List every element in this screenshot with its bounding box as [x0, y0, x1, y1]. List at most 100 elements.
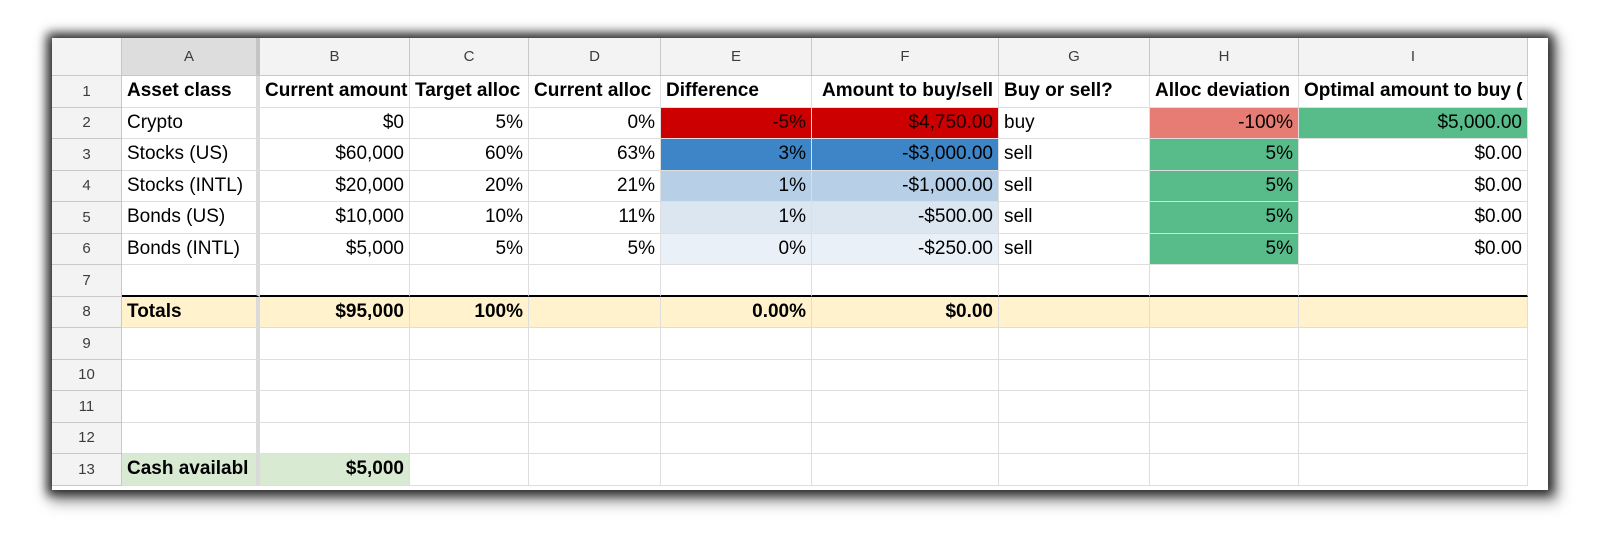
cell-b7[interactable] [260, 265, 410, 297]
cell-e8[interactable]: 0.00% [661, 296, 812, 328]
cell-h11[interactable] [1150, 391, 1299, 423]
cell-e13[interactable] [661, 454, 812, 486]
cell-f10[interactable] [812, 359, 999, 391]
cell-h8[interactable] [1150, 296, 1299, 328]
cell-e4[interactable]: 1% [661, 170, 812, 202]
cell-i5[interactable]: $0.00 [1299, 202, 1528, 234]
cell-f12[interactable] [812, 422, 999, 454]
cell-a13[interactable]: Cash availabl [122, 454, 260, 486]
cell-f4[interactable]: -$1,000.00 [812, 170, 999, 202]
column-header-h[interactable]: H [1150, 38, 1299, 76]
cell-c9[interactable] [410, 328, 529, 360]
row-header-9[interactable]: 9 [52, 328, 122, 360]
cell-h6[interactable]: 5% [1150, 233, 1299, 265]
cell-e3[interactable]: 3% [661, 139, 812, 171]
cell-h12[interactable] [1150, 422, 1299, 454]
column-header-g[interactable]: G [999, 38, 1150, 76]
cell-g8[interactable] [999, 296, 1150, 328]
cell-f5[interactable]: -$500.00 [812, 202, 999, 234]
row-header-12[interactable]: 12 [52, 422, 122, 454]
cell-e10[interactable] [661, 359, 812, 391]
cell-b13[interactable]: $5,000 [260, 454, 410, 486]
cell-h9[interactable] [1150, 328, 1299, 360]
column-header-a[interactable]: A [122, 38, 260, 76]
cell-d8[interactable] [529, 296, 661, 328]
cell-h5[interactable]: 5% [1150, 202, 1299, 234]
cell-h13[interactable] [1150, 454, 1299, 486]
row-header-8[interactable]: 8 [52, 296, 122, 328]
cell-f8[interactable]: $0.00 [812, 296, 999, 328]
cell-d9[interactable] [529, 328, 661, 360]
cell-c3[interactable]: 60% [410, 139, 529, 171]
cell-c10[interactable] [410, 359, 529, 391]
cell-i10[interactable] [1299, 359, 1528, 391]
column-header-c[interactable]: C [410, 38, 529, 76]
cell-f1[interactable]: Amount to buy/sell [812, 76, 999, 108]
cell-a10[interactable] [122, 359, 260, 391]
cell-g6[interactable]: sell [999, 233, 1150, 265]
cell-b11[interactable] [260, 391, 410, 423]
cell-g10[interactable] [999, 359, 1150, 391]
cell-i12[interactable] [1299, 422, 1528, 454]
cell-c13[interactable] [410, 454, 529, 486]
cell-b2[interactable]: $0 [260, 107, 410, 139]
cell-b9[interactable] [260, 328, 410, 360]
cell-a4[interactable]: Stocks (INTL) [122, 170, 260, 202]
cell-e6[interactable]: 0% [661, 233, 812, 265]
cell-f13[interactable] [812, 454, 999, 486]
cell-f9[interactable] [812, 328, 999, 360]
cell-e9[interactable] [661, 328, 812, 360]
cell-b6[interactable]: $5,000 [260, 233, 410, 265]
cell-d5[interactable]: 11% [529, 202, 661, 234]
cell-g5[interactable]: sell [999, 202, 1150, 234]
cell-e1[interactable]: Difference [661, 76, 812, 108]
cell-i1[interactable]: Optimal amount to buy ( [1299, 76, 1528, 108]
cell-h4[interactable]: 5% [1150, 170, 1299, 202]
column-header-e[interactable]: E [661, 38, 812, 76]
cell-a7[interactable] [122, 265, 260, 297]
cell-a11[interactable] [122, 391, 260, 423]
cell-d13[interactable] [529, 454, 661, 486]
row-header-13[interactable]: 13 [52, 454, 122, 486]
cell-a5[interactable]: Bonds (US) [122, 202, 260, 234]
cell-c4[interactable]: 20% [410, 170, 529, 202]
cell-a2[interactable]: Crypto [122, 107, 260, 139]
cell-h1[interactable]: Alloc deviation [1150, 76, 1299, 108]
cell-i9[interactable] [1299, 328, 1528, 360]
cell-c11[interactable] [410, 391, 529, 423]
cell-i7[interactable] [1299, 265, 1528, 297]
cell-g4[interactable]: sell [999, 170, 1150, 202]
cell-c12[interactable] [410, 422, 529, 454]
cell-f11[interactable] [812, 391, 999, 423]
cell-f7[interactable] [812, 265, 999, 297]
cell-g1[interactable]: Buy or sell? [999, 76, 1150, 108]
cell-a12[interactable] [122, 422, 260, 454]
cell-c5[interactable]: 10% [410, 202, 529, 234]
cell-e5[interactable]: 1% [661, 202, 812, 234]
cell-d11[interactable] [529, 391, 661, 423]
cell-e7[interactable] [661, 265, 812, 297]
cell-b1[interactable]: Current amount [260, 76, 410, 108]
column-header-f[interactable]: F [812, 38, 999, 76]
cell-b12[interactable] [260, 422, 410, 454]
column-header-i[interactable]: I [1299, 38, 1528, 76]
cell-i6[interactable]: $0.00 [1299, 233, 1528, 265]
row-header-5[interactable]: 5 [52, 202, 122, 234]
cell-i4[interactable]: $0.00 [1299, 170, 1528, 202]
cell-c1[interactable]: Target alloc [410, 76, 529, 108]
cell-e12[interactable] [661, 422, 812, 454]
cell-d6[interactable]: 5% [529, 233, 661, 265]
cell-b8[interactable]: $95,000 [260, 296, 410, 328]
row-header-6[interactable]: 6 [52, 233, 122, 265]
cell-b5[interactable]: $10,000 [260, 202, 410, 234]
cell-e2[interactable]: -5% [661, 107, 812, 139]
cell-b3[interactable]: $60,000 [260, 139, 410, 171]
cell-g9[interactable] [999, 328, 1150, 360]
cell-e11[interactable] [661, 391, 812, 423]
cell-d7[interactable] [529, 265, 661, 297]
cell-a9[interactable] [122, 328, 260, 360]
cell-d1[interactable]: Current alloc [529, 76, 661, 108]
cell-g12[interactable] [999, 422, 1150, 454]
cell-c8[interactable]: 100% [410, 296, 529, 328]
cell-d2[interactable]: 0% [529, 107, 661, 139]
